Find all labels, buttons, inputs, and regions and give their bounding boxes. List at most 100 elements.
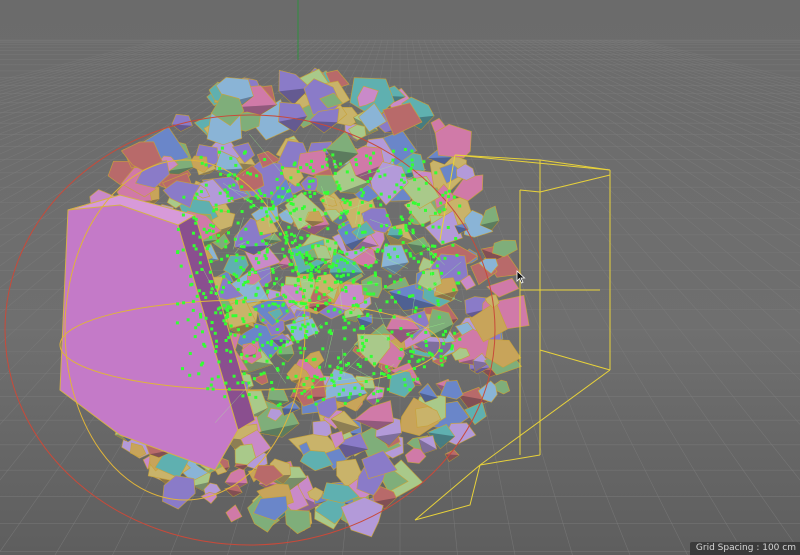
point	[424, 208, 427, 212]
point	[326, 190, 330, 194]
grid-line	[519, 39, 800, 181]
point	[300, 391, 304, 395]
point	[399, 278, 403, 282]
point	[217, 233, 220, 237]
point	[224, 322, 228, 326]
point	[307, 225, 311, 229]
point	[349, 311, 353, 315]
point	[453, 331, 457, 335]
point	[303, 191, 307, 195]
point	[296, 170, 300, 174]
point	[381, 249, 385, 253]
point	[358, 365, 362, 368]
point	[303, 276, 306, 279]
point	[291, 300, 295, 304]
point	[388, 274, 392, 278]
point	[364, 300, 368, 304]
grid-line	[609, 39, 800, 95]
scene-canvas[interactable]	[0, 0, 800, 555]
point	[339, 367, 343, 371]
point	[266, 341, 270, 345]
point	[339, 370, 343, 374]
point	[214, 345, 218, 349]
point	[271, 387, 275, 391]
point	[195, 294, 199, 298]
point	[454, 237, 458, 240]
point	[409, 349, 413, 353]
point	[345, 199, 349, 203]
point	[232, 183, 236, 187]
point	[413, 310, 417, 314]
point	[255, 174, 259, 178]
point	[311, 265, 315, 269]
point	[181, 213, 185, 217]
point	[209, 223, 213, 227]
point	[316, 304, 320, 308]
point	[195, 192, 199, 196]
point	[435, 264, 439, 268]
point	[208, 270, 212, 274]
point	[307, 395, 311, 399]
point	[256, 196, 260, 200]
point	[209, 383, 213, 387]
point	[194, 326, 198, 330]
point	[366, 312, 370, 316]
grid-line	[483, 39, 800, 267]
point	[265, 248, 269, 252]
point	[197, 289, 201, 293]
point	[284, 231, 288, 235]
point	[278, 350, 282, 354]
point	[191, 299, 195, 303]
point	[403, 383, 407, 387]
point	[242, 335, 246, 339]
point	[442, 342, 446, 346]
point	[357, 314, 361, 318]
point	[422, 160, 426, 164]
point	[394, 300, 397, 304]
point	[211, 387, 215, 391]
point	[336, 259, 340, 263]
point	[385, 214, 389, 218]
point	[249, 205, 253, 209]
point	[305, 251, 309, 255]
point	[361, 191, 365, 195]
point	[305, 305, 309, 309]
point	[321, 258, 325, 262]
point	[287, 225, 291, 229]
point	[410, 334, 414, 338]
point	[343, 352, 347, 356]
point	[214, 349, 218, 353]
point	[352, 278, 356, 282]
3d-viewport[interactable]: Grid Spacing : 100 cm	[0, 0, 800, 555]
fragment-shadow	[308, 121, 338, 133]
point	[332, 159, 336, 163]
point	[369, 177, 372, 181]
point	[182, 195, 186, 199]
point	[285, 238, 289, 242]
point	[333, 252, 337, 256]
point	[331, 153, 335, 157]
point	[288, 300, 292, 304]
point	[246, 280, 250, 284]
point	[240, 245, 244, 249]
point	[332, 384, 336, 388]
point	[398, 228, 402, 232]
point	[338, 376, 342, 380]
point	[257, 251, 261, 255]
point	[299, 301, 303, 305]
point	[235, 299, 238, 303]
point	[224, 245, 228, 249]
fragment	[284, 509, 311, 535]
point	[444, 329, 447, 333]
point	[321, 199, 325, 203]
point	[305, 330, 309, 333]
point	[407, 169, 411, 173]
point	[210, 321, 214, 324]
point	[294, 266, 298, 270]
point	[309, 272, 313, 275]
grid-line	[561, 39, 800, 129]
point	[263, 254, 267, 258]
point	[290, 255, 294, 259]
point	[408, 294, 412, 298]
point	[259, 192, 263, 195]
